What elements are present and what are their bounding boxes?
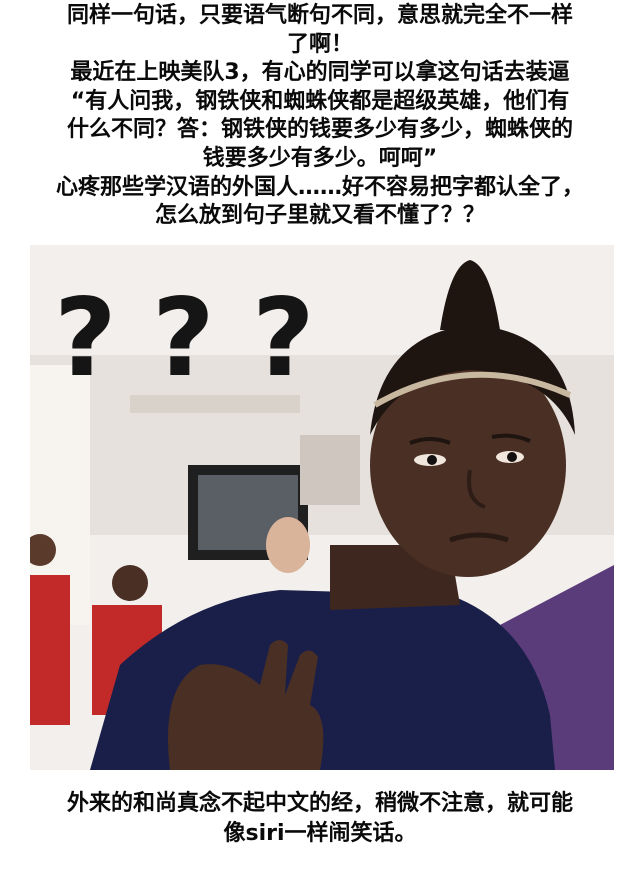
top-caption-line: 了啊！ [286,31,353,57]
top-caption: 同样一句话，只要语气断句不同，意思就完全不一样 了啊！ 最近在上映美队3，有心的… [0,2,640,231]
background-head-right [266,517,310,573]
top-caption-line: 心疼那些学汉语的外国人……好不容易把字都认全了， [55,174,584,200]
background-shelf-right [300,435,360,505]
background-head-center [112,565,148,601]
right-pupil [507,452,517,462]
meme-photo: ? ? ? [30,245,614,770]
bottom-caption-line: 像siri一样闹笑话。 [223,821,417,846]
top-caption-line: 什么不同？答：钢铁侠的钱要多少有多少，蜘蛛侠的 [66,117,573,143]
top-caption-line: 怎么放到句子里就又看不懂了？？ [154,203,485,229]
bottom-caption-line: 外来的和尚真念不起中文的经，稍微不注意，就可能 [66,791,573,816]
left-pupil [427,455,437,465]
top-caption-line: “有人问我，钢铁侠和蜘蛛侠都是超级英雄，他们有 [70,88,570,114]
top-caption-line: 最近在上映美队3，有心的同学可以拿这句话去装逼 [70,60,570,86]
top-caption-line: 同样一句话，只要语气断句不同，意思就完全不一样 [66,3,573,28]
bottom-caption: 外来的和尚真念不起中文的经，稍微不注意，就可能 像siri一样闹笑话。 [0,789,640,849]
background-shelf [130,395,300,413]
meme-illustration [30,245,614,770]
red-shirt-left [30,575,70,725]
top-caption-line: 钱要多少有多少。呵呵” [202,145,438,171]
